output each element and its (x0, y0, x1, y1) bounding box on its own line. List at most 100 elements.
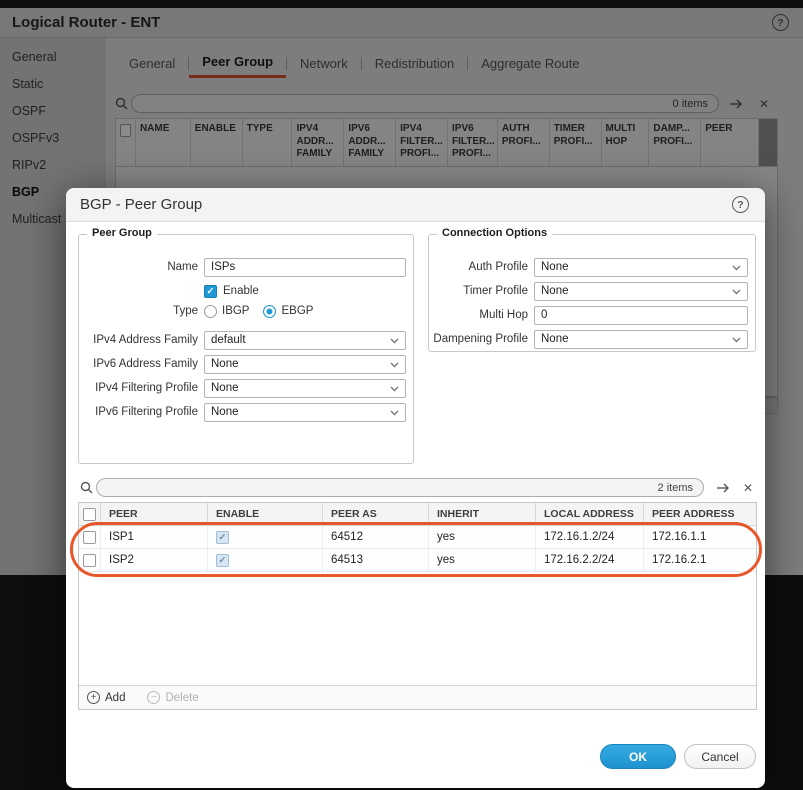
chevron-down-icon (732, 282, 741, 300)
ebgp-label: EBGP (281, 305, 313, 317)
timer-profile-label: Timer Profile (432, 285, 528, 297)
column-header-peer-as[interactable]: PEER AS (323, 503, 429, 525)
peer-cell: ISP1 (101, 526, 208, 548)
search-input[interactable]: 2 items (96, 478, 704, 497)
type-row: Type IBGP EBGP (82, 301, 412, 321)
peer-table-header: PEER ENABLE PEER AS INHERIT LOCAL ADDRES… (79, 503, 756, 526)
fieldset-legend: Connection Options (437, 227, 552, 239)
minus-icon: − (147, 691, 160, 704)
ipv4-filtering-profile-select[interactable]: None (204, 379, 406, 398)
peer-as-cell: 64512 (323, 526, 429, 548)
column-header-enable[interactable]: ENABLE (208, 503, 323, 525)
add-button[interactable]: + Add (87, 691, 125, 704)
peer-address-cell: 172.16.1.1 (644, 526, 756, 548)
enable-row: ✓ Enable (82, 281, 412, 301)
clear-filter-icon[interactable]: ✕ (739, 480, 757, 496)
chevron-down-icon (390, 355, 399, 373)
column-header-local-address[interactable]: LOCAL ADDRESS (536, 503, 644, 525)
ipv4-filtering-profile-label: IPv4 Filtering Profile (82, 382, 198, 394)
peer-address-cell: 172.16.2.1 (644, 549, 756, 571)
column-header-peer[interactable]: PEER (101, 503, 208, 525)
bgp-peer-group-dialog: BGP - Peer Group ? Peer Group Name ✓ Ena… (66, 188, 765, 788)
multi-hop-row: Multi Hop (432, 305, 752, 325)
items-count: 2 items (658, 482, 693, 494)
ipv4-address-family-select[interactable]: default (204, 331, 406, 350)
ipv6-address-family-value: None (211, 358, 239, 370)
type-label: Type (82, 305, 198, 317)
dialog-titlebar: BGP - Peer Group ? (66, 188, 765, 222)
chevron-down-icon (390, 379, 399, 397)
delete-button[interactable]: − Delete (147, 691, 198, 704)
dampening-profile-label: Dampening Profile (432, 333, 528, 345)
peer-as-cell: 64513 (323, 549, 429, 571)
screen: Logical Router - ENT ? General Static OS… (0, 0, 803, 790)
cancel-button[interactable]: Cancel (684, 744, 756, 769)
local-address-cell: 172.16.2.2/24 (536, 549, 644, 571)
ipv4-address-family-row: IPv4 Address Family default (82, 330, 412, 350)
auth-profile-value: None (541, 261, 569, 273)
checkbox-icon (83, 508, 96, 521)
timer-profile-value: None (541, 285, 569, 297)
chevron-down-icon (390, 331, 399, 349)
plus-icon: + (87, 691, 100, 704)
ibgp-radio[interactable] (204, 305, 217, 318)
row-checkbox[interactable] (79, 549, 101, 571)
auth-profile-row: Auth Profile None (432, 257, 752, 277)
checkbox-icon (83, 531, 96, 544)
ipv6-filtering-profile-row: IPv6 Filtering Profile None (82, 402, 412, 422)
ipv6-address-family-select[interactable]: None (204, 355, 406, 374)
multi-hop-label: Multi Hop (432, 309, 528, 321)
enable-cell: ✓ (208, 526, 323, 548)
peer-table-filter-row: 2 items ✕ (78, 478, 757, 498)
timer-profile-select[interactable]: None (534, 282, 748, 301)
ipv6-address-family-label: IPv6 Address Family (82, 358, 198, 370)
ipv6-filtering-profile-value: None (211, 406, 239, 418)
enable-cell: ✓ (208, 549, 323, 571)
column-header-inherit[interactable]: INHERIT (429, 503, 536, 525)
inherit-cell: yes (429, 526, 536, 548)
chevron-down-icon (390, 403, 399, 421)
ok-button[interactable]: OK (600, 744, 676, 769)
dampening-profile-select[interactable]: None (534, 330, 748, 349)
table-row[interactable]: ISP2 ✓ 64513 yes 172.16.2.2/24 172.16.2.… (79, 549, 756, 572)
ipv4-filtering-profile-value: None (211, 382, 239, 394)
dialog-title: BGP - Peer Group (80, 196, 202, 213)
name-input[interactable] (204, 258, 406, 277)
enable-label: Enable (223, 285, 259, 297)
enabled-checkbox-icon: ✓ (216, 531, 229, 544)
peer-table-footer: + Add − Delete (79, 685, 756, 709)
name-label: Name (82, 261, 198, 273)
local-address-cell: 172.16.1.2/24 (536, 526, 644, 548)
row-checkbox[interactable] (79, 526, 101, 548)
add-button-label: Add (105, 692, 125, 704)
auth-profile-select[interactable]: None (534, 258, 748, 277)
ipv6-filtering-profile-label: IPv6 Filtering Profile (82, 406, 198, 418)
enabled-checkbox-icon: ✓ (216, 554, 229, 567)
ipv4-address-family-value: default (211, 334, 246, 346)
search-icon (80, 481, 93, 499)
auth-profile-label: Auth Profile (432, 261, 528, 273)
checkbox-icon (83, 554, 96, 567)
table-row[interactable]: ISP1 ✓ 64512 yes 172.16.1.2/24 172.16.1.… (79, 526, 756, 549)
ipv4-address-family-label: IPv4 Address Family (82, 334, 198, 346)
chevron-down-icon (732, 258, 741, 276)
apply-filter-icon[interactable] (714, 480, 732, 496)
multi-hop-input[interactable] (534, 306, 748, 325)
peer-table-frame: PEER ENABLE PEER AS INHERIT LOCAL ADDRES… (78, 502, 757, 710)
ebgp-radio[interactable] (263, 305, 276, 318)
dampening-profile-value: None (541, 333, 569, 345)
name-row: Name (82, 257, 412, 277)
help-icon[interactable]: ? (732, 196, 749, 213)
select-all-checkbox[interactable] (79, 503, 101, 525)
ipv6-address-family-row: IPv6 Address Family None (82, 354, 412, 374)
peer-table: 2 items ✕ PEER ENABLE PEER AS INHERIT LO… (78, 478, 757, 710)
dampening-profile-row: Dampening Profile None (432, 329, 752, 349)
fieldset-legend: Peer Group (87, 227, 157, 239)
ipv6-filtering-profile-select[interactable]: None (204, 403, 406, 422)
ipv4-filtering-profile-row: IPv4 Filtering Profile None (82, 378, 412, 398)
delete-button-label: Delete (165, 692, 198, 704)
peer-cell: ISP2 (101, 549, 208, 571)
column-header-peer-address[interactable]: PEER ADDRESS (644, 503, 756, 525)
chevron-down-icon (732, 330, 741, 348)
enable-checkbox[interactable]: ✓ (204, 285, 217, 298)
